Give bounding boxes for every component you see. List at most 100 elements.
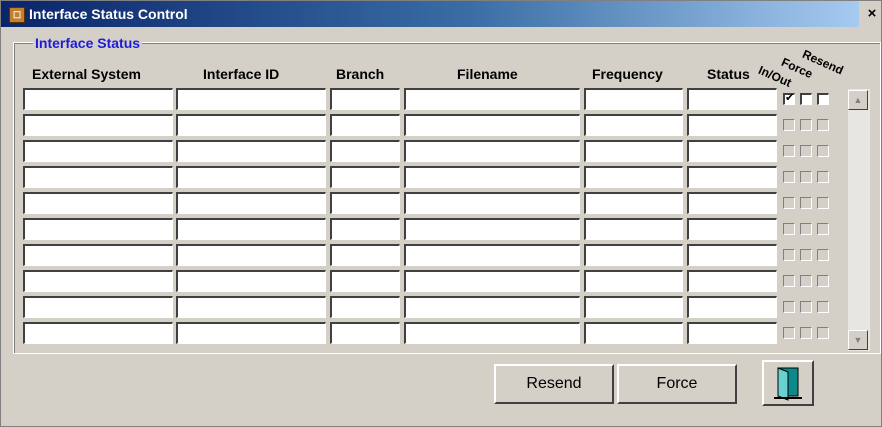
resend-button[interactable]: Resend: [494, 364, 614, 404]
checkbox-resend[interactable]: [817, 171, 829, 183]
cell-status[interactable]: [687, 140, 777, 162]
cell-external-system[interactable]: [23, 88, 173, 110]
cell-interface-id[interactable]: [176, 218, 326, 240]
cell-frequency[interactable]: [584, 218, 683, 240]
cell-interface-id[interactable]: [176, 140, 326, 162]
scroll-up-icon[interactable]: ▲: [848, 90, 868, 110]
cell-interface-id[interactable]: [176, 192, 326, 214]
cell-interface-id[interactable]: [176, 166, 326, 188]
cell-branch[interactable]: [330, 322, 400, 344]
cell-external-system[interactable]: [23, 322, 173, 344]
checkbox-resend[interactable]: [817, 327, 829, 339]
close-icon[interactable]: ×: [863, 5, 881, 23]
exit-button[interactable]: [762, 360, 814, 406]
cell-frequency[interactable]: [584, 192, 683, 214]
cell-filename[interactable]: [404, 88, 580, 110]
checkbox-in-out[interactable]: [783, 301, 795, 313]
checkbox-in-out[interactable]: [783, 223, 795, 235]
cell-external-system[interactable]: [23, 270, 173, 292]
checkbox-resend[interactable]: [817, 145, 829, 157]
checkbox-force[interactable]: [800, 275, 812, 287]
header-status: Status: [707, 66, 750, 82]
cell-status[interactable]: [687, 270, 777, 292]
cell-interface-id[interactable]: [176, 88, 326, 110]
cell-external-system[interactable]: [23, 114, 173, 136]
force-button[interactable]: Force: [617, 364, 737, 404]
cell-branch[interactable]: [330, 244, 400, 266]
cell-interface-id[interactable]: [176, 322, 326, 344]
checkbox-force[interactable]: [800, 145, 812, 157]
checkbox-force[interactable]: [800, 301, 812, 313]
cell-frequency[interactable]: [584, 270, 683, 292]
cell-branch[interactable]: [330, 296, 400, 318]
cell-external-system[interactable]: [23, 140, 173, 162]
scrollbar-track[interactable]: [848, 89, 870, 351]
cell-external-system[interactable]: [23, 296, 173, 318]
cell-frequency[interactable]: [584, 114, 683, 136]
checkbox-resend[interactable]: [817, 223, 829, 235]
cell-filename[interactable]: [404, 166, 580, 188]
cell-branch[interactable]: [330, 270, 400, 292]
checkbox-in-out[interactable]: [783, 327, 795, 339]
cell-filename[interactable]: [404, 322, 580, 344]
cell-frequency[interactable]: [584, 88, 683, 110]
checkbox-resend[interactable]: [817, 301, 829, 313]
cell-branch[interactable]: [330, 218, 400, 240]
cell-status[interactable]: [687, 244, 777, 266]
cell-branch[interactable]: [330, 140, 400, 162]
checkbox-in-out[interactable]: [783, 197, 795, 209]
checkbox-resend[interactable]: [817, 93, 829, 105]
cell-status[interactable]: [687, 296, 777, 318]
cell-frequency[interactable]: [584, 166, 683, 188]
checkbox-force[interactable]: [800, 327, 812, 339]
cell-frequency[interactable]: [584, 322, 683, 344]
cell-status[interactable]: [687, 166, 777, 188]
cell-filename[interactable]: [404, 114, 580, 136]
checkbox-in-out[interactable]: [783, 249, 795, 261]
checkbox-force[interactable]: [800, 223, 812, 235]
checkbox-force[interactable]: [800, 171, 812, 183]
cell-status[interactable]: [687, 218, 777, 240]
cell-external-system[interactable]: [23, 244, 173, 266]
cell-filename[interactable]: [404, 192, 580, 214]
cell-interface-id[interactable]: [176, 114, 326, 136]
checkbox-force[interactable]: [800, 249, 812, 261]
checkbox-in-out[interactable]: [783, 119, 795, 131]
cell-external-system[interactable]: [23, 218, 173, 240]
checkbox-force[interactable]: [800, 93, 812, 105]
exit-door-icon: [774, 367, 802, 401]
checkbox-in-out[interactable]: [783, 275, 795, 287]
cell-branch[interactable]: [330, 192, 400, 214]
checkbox-resend[interactable]: [817, 249, 829, 261]
cell-interface-id[interactable]: [176, 270, 326, 292]
checkbox-resend[interactable]: [817, 275, 829, 287]
cell-filename[interactable]: [404, 296, 580, 318]
checkbox-in-out[interactable]: ✔: [783, 92, 795, 105]
title-bar[interactable]: ☐ Interface Status Control: [1, 1, 859, 27]
cell-filename[interactable]: [404, 244, 580, 266]
checkbox-in-out[interactable]: [783, 145, 795, 157]
cell-status[interactable]: [687, 322, 777, 344]
cell-filename[interactable]: [404, 270, 580, 292]
checkbox-force[interactable]: [800, 197, 812, 209]
cell-frequency[interactable]: [584, 244, 683, 266]
checkbox-force[interactable]: [800, 119, 812, 131]
cell-interface-id[interactable]: [176, 244, 326, 266]
cell-filename[interactable]: [404, 140, 580, 162]
scroll-down-icon[interactable]: ▼: [848, 330, 868, 350]
checkbox-in-out[interactable]: [783, 171, 795, 183]
checkbox-resend[interactable]: [817, 119, 829, 131]
cell-interface-id[interactable]: [176, 296, 326, 318]
cell-status[interactable]: [687, 192, 777, 214]
cell-branch[interactable]: [330, 114, 400, 136]
cell-external-system[interactable]: [23, 166, 173, 188]
cell-frequency[interactable]: [584, 140, 683, 162]
cell-status[interactable]: [687, 88, 777, 110]
cell-frequency[interactable]: [584, 296, 683, 318]
cell-filename[interactable]: [404, 218, 580, 240]
cell-status[interactable]: [687, 114, 777, 136]
checkbox-resend[interactable]: [817, 197, 829, 209]
cell-branch[interactable]: [330, 166, 400, 188]
cell-branch[interactable]: [330, 88, 400, 110]
cell-external-system[interactable]: [23, 192, 173, 214]
